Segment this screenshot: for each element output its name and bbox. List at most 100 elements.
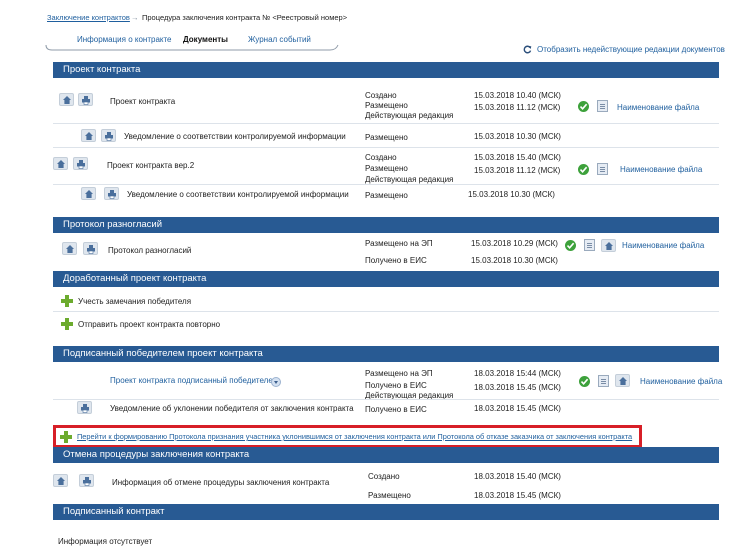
document-status: Создано (365, 91, 397, 100)
breadcrumb-root-link[interactable]: Заключение контрактов (47, 13, 130, 22)
document-status: Размещено (368, 491, 411, 500)
document-status: Размещено на ЭП (365, 369, 433, 378)
document-name-link[interactable]: Проект контракта подписанный победителем (110, 376, 278, 385)
house-icon (619, 377, 627, 385)
document-date: 15.03.2018 11.12 (МСК) (474, 103, 561, 112)
document-name: Протокол разногласий (108, 246, 192, 255)
section-header-signed-by-winner: Подписанный победителем проект контракта (53, 346, 719, 362)
house-icon (85, 190, 93, 198)
file-icon[interactable] (597, 163, 608, 175)
document-name: Уведомление о соответствии контролируемо… (124, 132, 346, 141)
file-icon[interactable] (597, 100, 608, 112)
document-date: 15.03.2018 10.30 (МСК) (468, 190, 555, 199)
document-status: Размещено (365, 164, 408, 173)
document-status: Создано (365, 153, 397, 162)
document-date: 18.03.2018 15.45 (МСК) (474, 404, 561, 413)
print-button[interactable] (79, 474, 94, 487)
view-button[interactable] (81, 187, 96, 200)
house-icon (66, 245, 74, 253)
section-header-signed-contract: Подписанный контракт (53, 504, 719, 520)
tab-documents[interactable]: Документы (183, 35, 228, 44)
document-date: 18.03.2018 15.45 (МСК) (474, 383, 561, 392)
view-button[interactable] (601, 239, 616, 252)
add-plus-icon[interactable] (60, 431, 72, 443)
signature-valid-icon (565, 240, 576, 251)
view-button[interactable] (81, 129, 96, 142)
document-status: Создано (368, 472, 400, 481)
printer-icon (82, 96, 90, 105)
view-button[interactable] (53, 157, 68, 170)
document-date: 15.03.2018 15.40 (МСК) (474, 153, 561, 162)
breadcrumb-separator: → (131, 13, 139, 22)
file-link[interactable]: Наименование файла (617, 103, 699, 112)
signature-valid-icon (578, 101, 589, 112)
action-link-accept-remarks[interactable]: Учесть замечания победителя (78, 297, 191, 306)
house-icon (85, 132, 93, 140)
section-header-project: Проект контракта (53, 62, 719, 78)
check-icon (579, 166, 588, 173)
document-status: Размещено на ЭП (365, 239, 433, 248)
document-date: 18.03.2018 15.40 (МСК) (474, 472, 561, 481)
tab-contract-info[interactable]: Информация о контракте (77, 35, 172, 44)
view-button[interactable] (53, 474, 68, 487)
document-status: Получено в ЕИС (365, 405, 427, 414)
house-icon (605, 242, 613, 250)
tabs-underline (45, 44, 339, 51)
document-status: Размещено (365, 101, 408, 110)
view-button[interactable] (59, 93, 74, 106)
document-name: Уведомление об уклонении победителя от з… (110, 404, 354, 413)
document-status: Действующая редакция (365, 175, 454, 184)
action-link-resend-project[interactable]: Отправить проект контракта повторно (78, 320, 220, 329)
empty-state-text: Информация отсутствует (58, 537, 153, 546)
file-icon[interactable] (598, 375, 609, 387)
check-icon (566, 242, 575, 249)
document-status: Размещено (365, 191, 408, 200)
document-status: Действующая редакция (365, 111, 454, 120)
row-divider (53, 311, 719, 312)
row-divider (53, 147, 719, 148)
row-divider (53, 123, 719, 124)
print-button[interactable] (73, 157, 88, 170)
file-icon[interactable] (584, 239, 595, 251)
section-header-revised: Доработанный проект контракта (53, 271, 719, 287)
document-status: Размещено (365, 133, 408, 142)
chevron-down-icon[interactable] (271, 377, 281, 387)
evasion-protocol-link[interactable]: Перейти к формированию Протокола признан… (77, 432, 632, 441)
view-button[interactable] (615, 374, 630, 387)
add-plus-icon[interactable] (61, 318, 73, 330)
house-icon (57, 477, 65, 485)
printer-icon (108, 190, 116, 199)
printer-icon (105, 132, 113, 141)
document-date: 18.03.2018 15:44 (МСК) (474, 369, 561, 378)
add-plus-icon[interactable] (61, 295, 73, 307)
tab-event-log[interactable]: Журнал событий (248, 35, 311, 44)
document-status: Получено в ЕИС (365, 256, 427, 265)
breadcrumb-current: Процедура заключения контракта № <Реестр… (142, 13, 348, 22)
signature-valid-icon (578, 164, 589, 175)
section-header-protocol: Протокол разногласий (53, 217, 719, 233)
house-icon (57, 160, 65, 168)
view-button[interactable] (62, 242, 77, 255)
document-name: Проект контракта (110, 97, 176, 106)
print-button[interactable] (104, 187, 119, 200)
show-inactive-versions-link[interactable]: Отобразить недействующие редакции докуме… (537, 45, 725, 54)
file-link[interactable]: Наименование файла (640, 377, 722, 386)
document-date: 18.03.2018 15.45 (МСК) (474, 491, 561, 500)
print-button[interactable] (77, 401, 92, 414)
check-icon (579, 103, 588, 110)
house-icon (63, 96, 71, 104)
document-date: 15.03.2018 10.30 (МСК) (474, 132, 561, 141)
file-link[interactable]: Наименование файла (620, 165, 702, 174)
document-status: Получено в ЕИС (365, 381, 427, 390)
document-date: 15.03.2018 10.30 (МСК) (471, 256, 558, 265)
row-divider (53, 399, 719, 400)
document-name: Проект контракта вер.2 (107, 161, 195, 170)
refresh-icon[interactable] (523, 45, 532, 54)
print-button[interactable] (101, 129, 116, 142)
document-date: 15.03.2018 10.40 (МСК) (474, 91, 561, 100)
section-header-cancel: Отмена процедуры заключения контракта (53, 447, 719, 463)
printer-icon (87, 245, 95, 254)
print-button[interactable] (78, 93, 93, 106)
print-button[interactable] (83, 242, 98, 255)
file-link[interactable]: Наименование файла (622, 241, 704, 250)
